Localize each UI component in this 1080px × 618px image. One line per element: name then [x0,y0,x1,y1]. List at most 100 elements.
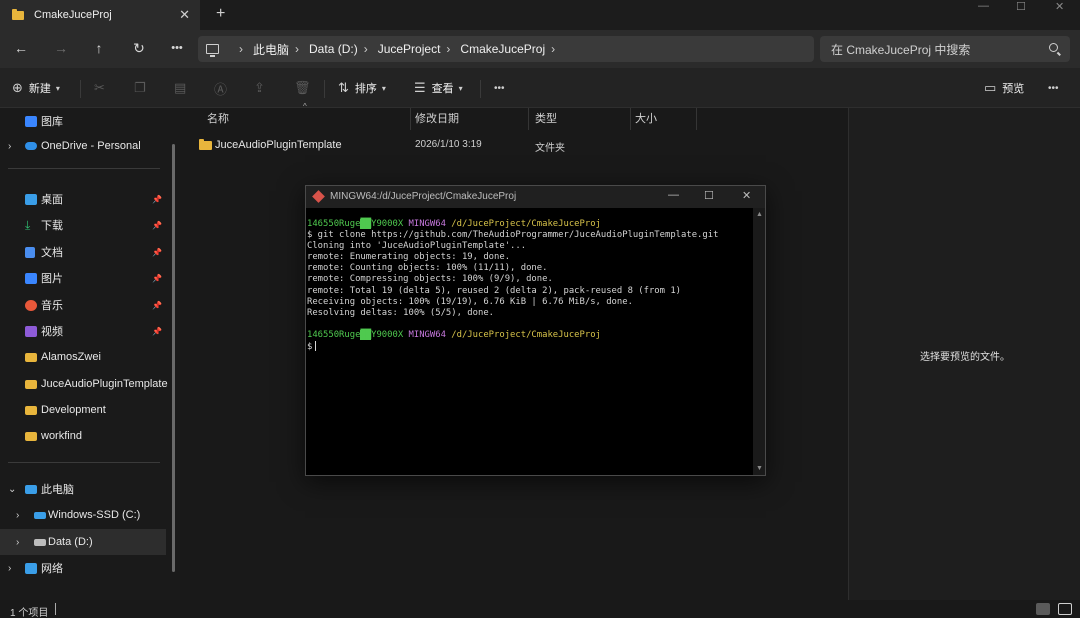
pin-icon[interactable]: 📌 [152,248,162,257]
chevron-down-icon[interactable]: ⌄ [8,484,16,495]
sidebar-item-music[interactable]: 音乐 📌 [0,292,166,318]
sidebar-item-pictures[interactable]: 图片 📌 [0,265,166,291]
sidebar-item-label: Development [41,404,106,416]
sidebar-item-workfind[interactable]: workfind [0,423,166,449]
paste-button[interactable]: ▤ [174,78,186,98]
chevron-right-icon[interactable]: › [16,537,19,548]
chevron-right-icon[interactable]: › [8,141,11,152]
pin-icon[interactable]: 📌 [152,301,162,310]
network-icon [25,562,37,574]
share-button[interactable]: ⇪ [254,78,265,98]
terminal-scrollbar[interactable]: ▲ ▼ [753,208,765,475]
sidebar-item-windows-ssd[interactable]: › Windows-SSD (C:) [0,502,166,528]
desktop-icon [25,193,37,205]
view-button[interactable]: ☰ 查看 ▾ [414,78,463,98]
file-name: JuceAudioPluginTemplate [215,139,342,151]
pin-icon[interactable]: 📌 [152,195,162,204]
pin-icon[interactable]: 📌 [152,274,162,283]
column-header-modified[interactable]: 修改日期 [409,108,529,130]
sidebar-item-alamoszwei[interactable]: AlamosZwei [0,344,166,370]
delete-button[interactable]: 🗑 [294,78,311,98]
pin-icon[interactable]: 📌 [152,327,162,336]
column-header-size[interactable]: 大小 [629,108,697,130]
new-tab-button[interactable]: + [216,5,225,23]
sidebar-item-onedrive[interactable]: › OneDrive - Personal [0,133,166,159]
chevron-right-icon[interactable]: › [551,42,555,56]
tab-title: CmakeJuceProj [34,9,112,21]
new-button[interactable]: ⊕ 新建 ▾ [12,78,60,98]
gallery-icon [25,115,37,127]
chevron-right-icon[interactable]: › [446,42,450,56]
tab-bar: CmakeJuceProj ✕ + — ☐ ✕ [0,0,1080,30]
breadcrumb-cmakejuceproj[interactable]: CmakeJuceProj [460,42,545,56]
sidebar-item-data-drive[interactable]: › Data (D:) [0,529,166,555]
sidebar-item-juceaudioplugintemplate[interactable]: JuceAudioPluginTemplate [0,371,168,397]
status-bar: 1 个项目 [0,600,1080,618]
tiles-view-button[interactable] [1058,603,1072,615]
pin-icon[interactable]: 📌 [152,221,162,230]
terminal-window[interactable]: MINGW64:/d/JuceProject/CmakeJuceProj — ☐… [305,185,766,476]
plus-circle-icon: ⊕ [12,80,23,95]
terminal-input-line[interactable]: $ [307,341,317,352]
sort-label: 排序 [354,83,377,95]
maximize-button[interactable]: ☐ [1016,0,1026,14]
terminal-close-button[interactable]: ✕ [742,189,751,202]
breadcrumb-data-drive[interactable]: Data (D:) [309,42,358,56]
trash-icon: 🗑 [294,80,311,95]
window-close-button[interactable]: ✕ [1055,0,1064,14]
copy-button[interactable]: ❐ [134,78,146,98]
sidebar-item-network[interactable]: › 网络 [0,555,166,581]
back-button[interactable]: ← [10,38,32,58]
sort-button[interactable]: ⇅ 排序 ▾ [338,78,386,98]
tab-cmakejuceproj[interactable]: CmakeJuceProj ✕ [0,0,200,30]
rename-icon: Ⓐ [214,81,228,97]
sidebar-item-videos[interactable]: 视频 📌 [0,318,166,344]
up-button[interactable]: ↑ [88,38,110,58]
cut-button[interactable]: ✂ [94,78,105,98]
more-commands-button[interactable]: ••• [494,78,505,98]
see-more-button[interactable]: ••• [1048,78,1059,98]
sidebar-item-desktop[interactable]: 桌面 📌 [0,186,166,212]
sidebar-scrollbar[interactable] [172,144,175,572]
rename-button[interactable]: Ⓐ [214,78,227,98]
details-view-button[interactable] [1036,603,1050,615]
terminal-titlebar[interactable]: MINGW64:/d/JuceProject/CmakeJuceProj — ☐… [306,186,765,208]
sidebar-item-gallery[interactable]: 图库 [0,108,166,134]
scroll-up-icon[interactable]: ▲ [756,211,763,218]
document-icon [25,246,35,258]
sidebar-item-downloads[interactable]: ⤓ 下载 📌 [0,212,166,238]
refresh-button[interactable]: ↻ [128,38,150,58]
chevron-right-icon[interactable]: › [295,42,299,56]
prompt-line: 146550Ruge██Y9000X MINGW64 /d/JuceProjec… [307,219,601,229]
tab-close-icon[interactable]: ✕ [179,7,190,23]
terminal-maximize-button[interactable]: ☐ [704,189,714,202]
scroll-down-icon[interactable]: ▼ [756,465,763,472]
sidebar-item-development[interactable]: Development [0,397,166,423]
chevron-right-icon[interactable]: › [364,42,368,56]
folder-icon [12,8,24,20]
chevron-right-icon[interactable]: › [239,42,243,56]
breadcrumb[interactable]: › 此电脑 › Data (D:) › JuceProject › CmakeJ… [198,36,814,62]
breadcrumb-juceproject[interactable]: JuceProject [378,42,441,56]
terminal-output[interactable]: 146550Ruge██Y9000X MINGW64 /d/JuceProjec… [306,208,752,475]
search-icon[interactable] [1049,43,1058,52]
cloud-icon [25,142,37,150]
minimize-button[interactable]: — [978,0,989,14]
git-icon [312,190,325,203]
sidebar-item-documents[interactable]: 文档 📌 [0,239,166,265]
breadcrumb-this-pc[interactable]: 此电脑 [253,41,289,58]
table-row[interactable]: JuceAudioPluginTemplate [199,136,342,154]
column-header-type[interactable]: 类型 [529,108,631,130]
preview-pane-button[interactable]: ▭ 预览 [984,78,1024,98]
share-icon: ⇪ [254,80,265,95]
chevron-right-icon[interactable]: › [8,563,11,574]
sidebar-item-this-pc[interactable]: ⌄ 此电脑 [0,476,166,502]
column-header-name[interactable]: 名称 [201,108,411,130]
drive-icon [34,511,46,519]
search-input[interactable]: 在 CmakeJuceProj 中搜索 [820,36,1070,62]
terminal-minimize-button[interactable]: — [668,189,679,201]
forward-button[interactable]: → [50,38,72,58]
chevron-right-icon[interactable]: › [16,510,19,521]
more-nav-button[interactable]: ••• [166,38,188,58]
sidebar-item-label: 此电脑 [41,484,74,496]
